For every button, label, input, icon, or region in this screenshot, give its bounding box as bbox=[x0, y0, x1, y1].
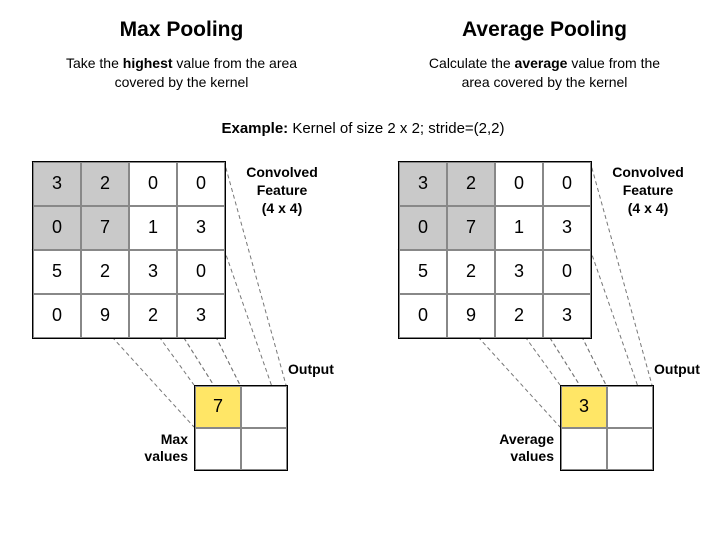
output-grid-left: 7 bbox=[194, 385, 288, 471]
conv-feature-label-right: Convolved Feature (4 x 4) bbox=[598, 163, 698, 218]
values-label-right: Average values bbox=[482, 431, 554, 466]
cell: 3 bbox=[177, 206, 225, 250]
cell: 3 bbox=[543, 206, 591, 250]
desc-left-pre: Take the bbox=[66, 55, 123, 71]
output-cell-highlighted: 7 bbox=[195, 386, 241, 428]
desc-left: Take the highest value from the area cov… bbox=[62, 54, 302, 92]
cell: 0 bbox=[399, 206, 447, 250]
cell: 3 bbox=[177, 294, 225, 338]
cell: 3 bbox=[495, 250, 543, 294]
title-left: Max Pooling bbox=[32, 18, 332, 42]
cell: 2 bbox=[447, 162, 495, 206]
output-label-left: Output bbox=[288, 361, 334, 377]
output-cell bbox=[607, 386, 653, 428]
cell: 5 bbox=[33, 250, 81, 294]
values-label-left: Max values bbox=[116, 431, 188, 466]
output-cell bbox=[195, 428, 241, 470]
cell: 1 bbox=[129, 206, 177, 250]
example-caption: Example: Kernel of size 2 x 2; stride=(2… bbox=[0, 120, 726, 137]
cell: 0 bbox=[177, 162, 225, 206]
conv-feature-label-left: Convolved Feature (4 x 4) bbox=[232, 163, 332, 218]
input-grid-right: 3 2 0 0 0 7 1 3 5 2 3 0 0 9 2 3 bbox=[398, 161, 592, 339]
desc-right-bold: average bbox=[515, 55, 568, 71]
cell: 2 bbox=[81, 162, 129, 206]
cell: 0 bbox=[495, 162, 543, 206]
cell: 3 bbox=[33, 162, 81, 206]
cell: 0 bbox=[177, 250, 225, 294]
desc-right: Calculate the average value from the are… bbox=[425, 54, 665, 92]
cell: 2 bbox=[129, 294, 177, 338]
cell: 7 bbox=[447, 206, 495, 250]
output-cell bbox=[241, 428, 287, 470]
conv-label-l1: Convolved bbox=[246, 164, 318, 180]
conv-label-l2: Feature bbox=[257, 182, 308, 198]
cell: 1 bbox=[495, 206, 543, 250]
cell: 0 bbox=[33, 294, 81, 338]
output-grid-right: 3 bbox=[560, 385, 654, 471]
cell: 0 bbox=[129, 162, 177, 206]
output-label-right: Output bbox=[654, 361, 700, 377]
conv-label-l2: Feature bbox=[623, 182, 674, 198]
cell: 3 bbox=[399, 162, 447, 206]
desc-left-bold: highest bbox=[123, 55, 173, 71]
cell: 9 bbox=[447, 294, 495, 338]
cell: 7 bbox=[81, 206, 129, 250]
cell: 0 bbox=[543, 250, 591, 294]
title-right: Average Pooling bbox=[395, 18, 695, 42]
cell: 9 bbox=[81, 294, 129, 338]
cell: 0 bbox=[399, 294, 447, 338]
input-grid-left: 3 2 0 0 0 7 1 3 5 2 3 0 0 9 2 3 bbox=[32, 161, 226, 339]
output-cell bbox=[241, 386, 287, 428]
example-label: Example: bbox=[221, 120, 288, 137]
conv-label-l3: (4 x 4) bbox=[262, 200, 302, 216]
output-cell bbox=[561, 428, 607, 470]
cell: 3 bbox=[129, 250, 177, 294]
cell: 0 bbox=[543, 162, 591, 206]
cell: 2 bbox=[447, 250, 495, 294]
cell: 2 bbox=[495, 294, 543, 338]
output-cell bbox=[607, 428, 653, 470]
cell: 5 bbox=[399, 250, 447, 294]
example-text: Kernel of size 2 x 2; stride=(2,2) bbox=[288, 120, 504, 137]
conv-label-l3: (4 x 4) bbox=[628, 200, 668, 216]
conv-label-l1: Convolved bbox=[612, 164, 684, 180]
output-cell-highlighted: 3 bbox=[561, 386, 607, 428]
cell: 0 bbox=[33, 206, 81, 250]
desc-right-pre: Calculate the bbox=[429, 55, 515, 71]
cell: 3 bbox=[543, 294, 591, 338]
cell: 2 bbox=[81, 250, 129, 294]
